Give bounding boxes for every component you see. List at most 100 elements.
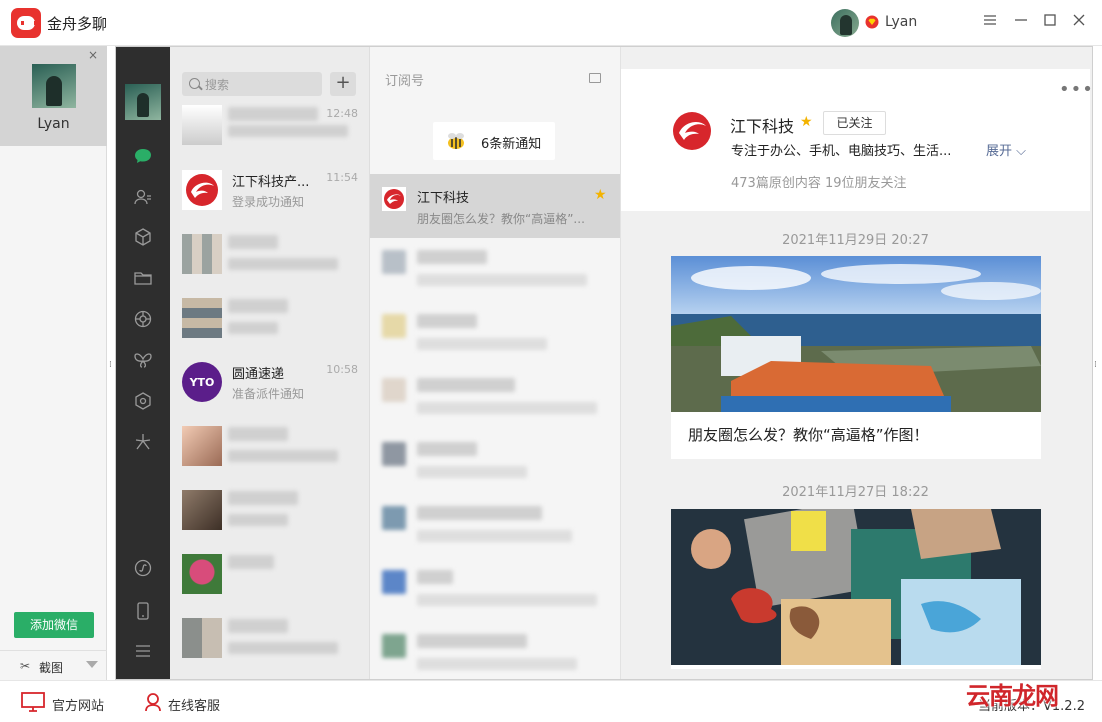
- blurred-name: [228, 107, 318, 121]
- blurred-name: [228, 619, 288, 633]
- jiangxia-logo-icon: [182, 170, 222, 210]
- profile-name: 江下科技: [730, 117, 795, 136]
- blurred-name: [417, 634, 527, 648]
- follow-badge[interactable]: 已关注: [823, 111, 886, 135]
- subscription-header: 订阅号: [385, 74, 425, 89]
- hexagon-flower-icon[interactable]: [133, 391, 153, 411]
- app-title: 金舟多聊: [47, 15, 108, 33]
- subscription-item[interactable]: [370, 238, 620, 302]
- subscription-item[interactable]: [370, 366, 620, 430]
- more-icon[interactable]: •••: [1059, 79, 1092, 100]
- article-date: 2021年11月27日 18:22: [782, 485, 929, 500]
- chat-item[interactable]: YTO 圆通速递 准备派件通知 10:58: [170, 351, 369, 413]
- nav-avatar[interactable]: [125, 84, 161, 120]
- search-icon: [189, 78, 200, 89]
- chat-item[interactable]: [170, 479, 369, 541]
- account-close-icon[interactable]: ×: [88, 48, 98, 62]
- search-input[interactable]: 搜索: [182, 72, 322, 96]
- expand-label: 展开: [986, 144, 1013, 159]
- blurred-avatar: [382, 314, 406, 338]
- chat-item[interactable]: [170, 223, 369, 285]
- monitor-icon: [21, 692, 45, 712]
- profile-description: 专注于办公、手机、电脑技巧、生活...: [731, 144, 952, 159]
- blurred-avatar: [382, 250, 406, 274]
- chat-icon[interactable]: [133, 146, 153, 166]
- collapse-right-handle[interactable]: ⁞: [1094, 360, 1097, 370]
- chat-item[interactable]: [170, 607, 369, 669]
- add-wechat-button[interactable]: 添加微信: [14, 612, 94, 638]
- maximize-icon[interactable]: [1040, 12, 1060, 32]
- watermark: 云南龙网: [966, 682, 1059, 710]
- subscription-item[interactable]: [370, 494, 620, 558]
- blurred-name: [417, 378, 515, 392]
- expand-link[interactable]: 展开 ⌵: [986, 140, 1026, 159]
- chat-item[interactable]: [170, 287, 369, 349]
- subscription-item[interactable]: [370, 430, 620, 494]
- account-sidebar: × Lyan 添加微信 ✂ 截图: [0, 46, 107, 680]
- blurred-preview: [417, 338, 547, 350]
- miniprogram-icon[interactable]: [133, 558, 153, 578]
- vip-diamond-icon: [865, 15, 879, 29]
- subscription-item-jiangxia[interactable]: 江下科技 朋友圈怎么发？教你“高逼格”... ★: [370, 174, 620, 238]
- contacts-icon[interactable]: [133, 187, 153, 207]
- title-bar: 金舟多聊 Lyan: [0, 0, 1102, 46]
- chat-preview: 登录成功通知: [232, 195, 305, 209]
- bee-icon: [448, 133, 464, 149]
- article-card[interactable]: [671, 509, 1041, 669]
- screenshot-label: 截图: [39, 661, 64, 675]
- chat-item[interactable]: [170, 415, 369, 477]
- official-website-link[interactable]: 官方网站: [52, 695, 104, 714]
- box-icon[interactable]: [133, 227, 153, 247]
- close-icon[interactable]: [1069, 12, 1089, 32]
- footer: 官方网站 在线客服 当前版本：V1.2.2: [0, 680, 1102, 722]
- aperture-icon[interactable]: [133, 309, 153, 329]
- butterfly-icon[interactable]: [133, 350, 153, 370]
- subscription-item[interactable]: [370, 558, 620, 622]
- chat-item[interactable]: 12:48: [170, 99, 369, 161]
- hamburger-icon[interactable]: [980, 12, 1000, 32]
- svg-text:YTO: YTO: [189, 376, 215, 389]
- blurred-preview: [417, 530, 572, 542]
- blurred-preview: [417, 402, 597, 414]
- chat-item[interactable]: [170, 543, 369, 605]
- blurred-avatar: [382, 634, 406, 658]
- user-avatar[interactable]: [831, 9, 859, 37]
- star-icon: ★: [800, 114, 813, 130]
- add-chat-button[interactable]: +: [330, 72, 356, 96]
- account-name: Lyan: [37, 116, 70, 132]
- account-item[interactable]: × Lyan: [0, 46, 107, 146]
- chat-item[interactable]: 江下科技产... 登录成功通知 11:54: [170, 159, 369, 221]
- online-support-link[interactable]: 在线客服: [168, 695, 220, 714]
- blurred-preview: [228, 125, 348, 137]
- blurred-avatar: [382, 378, 406, 402]
- window-icon[interactable]: [589, 73, 601, 83]
- chat-avatar: [182, 298, 222, 338]
- article-card[interactable]: 朋友圈怎么发？教你“高逼格”作图！: [671, 256, 1041, 459]
- star-icon: ★: [594, 187, 607, 203]
- chat-preview: 准备派件通知: [232, 387, 305, 401]
- chat-avatar: [182, 490, 222, 530]
- phone-icon[interactable]: [133, 601, 153, 621]
- subscription-preview: 朋友圈怎么发？教你“高逼格”...: [417, 212, 585, 226]
- collapse-left-handle[interactable]: ⁞: [109, 360, 112, 370]
- blurred-preview: [228, 642, 338, 654]
- minimize-icon[interactable]: [1011, 12, 1031, 32]
- folder-icon[interactable]: [133, 268, 153, 288]
- subscription-item[interactable]: [370, 622, 620, 679]
- sparkle-icon[interactable]: [133, 432, 153, 452]
- subscription-item[interactable]: [370, 302, 620, 366]
- blurred-name: [228, 299, 288, 313]
- screenshot-tool[interactable]: ✂ 截图: [0, 650, 107, 680]
- blurred-name: [228, 555, 274, 569]
- jiangxia-logo-icon: [673, 112, 711, 150]
- blurred-avatar: [382, 506, 406, 530]
- blurred-preview: [417, 658, 577, 670]
- blurred-preview: [417, 274, 587, 286]
- chevron-down-icon[interactable]: [86, 661, 98, 668]
- user-name[interactable]: Lyan: [885, 14, 917, 30]
- new-notice-button[interactable]: 6条新通知: [433, 122, 555, 160]
- chat-time: 10:58: [326, 363, 358, 376]
- blurred-preview: [228, 514, 288, 526]
- chevron-down-icon: ⌵: [1016, 144, 1027, 159]
- menu-icon[interactable]: [133, 641, 153, 661]
